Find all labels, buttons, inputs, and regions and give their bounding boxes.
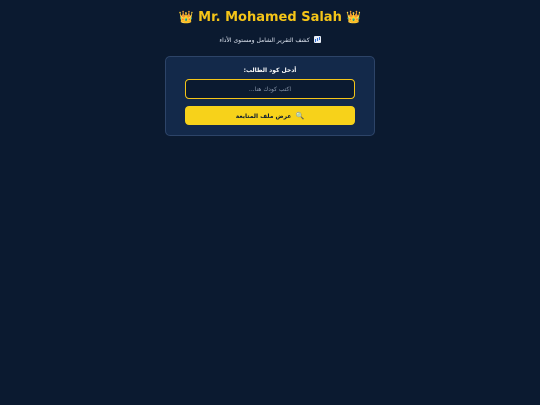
crown-icon-left: 👑: [178, 10, 194, 24]
page-subtitle: كشف التقرير الشامل ومستوى الأداء: [0, 36, 540, 45]
view-followup-button[interactable]: 🔍 عرض ملف المتابعة: [185, 106, 355, 125]
search-icon: 🔍: [295, 111, 305, 120]
page: 👑 Mr. Mohamed Salah 👑 كشف التقرير الشامل…: [0, 0, 540, 405]
crown-icon-right: 👑: [346, 10, 362, 24]
student-code-card: أدخل كود الطالب: 🔍 عرض ملف المتابعة: [165, 56, 375, 136]
student-code-label: أدخل كود الطالب:: [243, 67, 297, 74]
subtitle-text: كشف التقرير الشامل ومستوى الأداء: [219, 37, 310, 44]
header: 👑 Mr. Mohamed Salah 👑 كشف التقرير الشامل…: [0, 7, 540, 45]
view-followup-button-label: عرض ملف المتابعة: [235, 112, 292, 120]
title-text: Mr. Mohamed Salah: [198, 10, 342, 25]
student-code-input[interactable]: [185, 79, 355, 99]
chart-icon: [313, 36, 321, 43]
page-title: 👑 Mr. Mohamed Salah 👑: [0, 7, 540, 28]
